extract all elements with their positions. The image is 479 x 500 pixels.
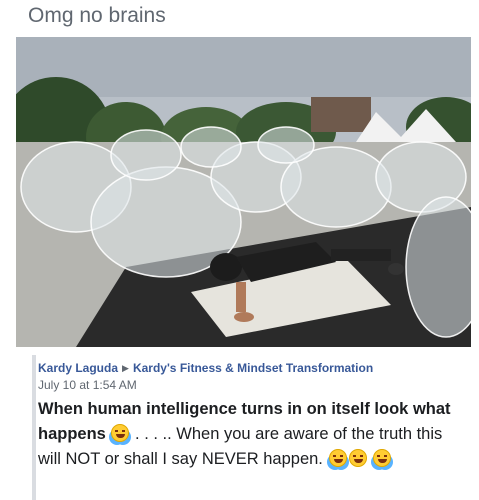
post-meta: Kardy Laguda ▶ Kardy's Fitness & Mindset… [38, 361, 373, 392]
group-link[interactable]: Kardy's Fitness & Mindset Transformation [133, 361, 373, 375]
post-photo[interactable] [16, 37, 471, 347]
rolling-laughing-emoji-icon [328, 449, 347, 467]
post-text-dots: . . . .. [130, 425, 177, 443]
photo-image [16, 37, 471, 347]
rolling-laughing-emoji-icon [111, 424, 130, 442]
post-text: When human intelligence turns in on itse… [38, 397, 463, 472]
triangle-right-icon: ▶ [122, 362, 129, 373]
author-link[interactable]: Kardy Laguda [38, 361, 118, 375]
rolling-laughing-emoji-icon [373, 449, 392, 467]
grinning-sweat-emoji-icon [348, 449, 367, 467]
post-caption: Omg no brains [28, 4, 166, 27]
post-timestamp[interactable]: July 10 at 1:54 AM [38, 378, 373, 392]
shared-post-card: Kardy Laguda ▶ Kardy's Fitness & Mindset… [16, 37, 471, 500]
quote-divider [32, 355, 36, 500]
